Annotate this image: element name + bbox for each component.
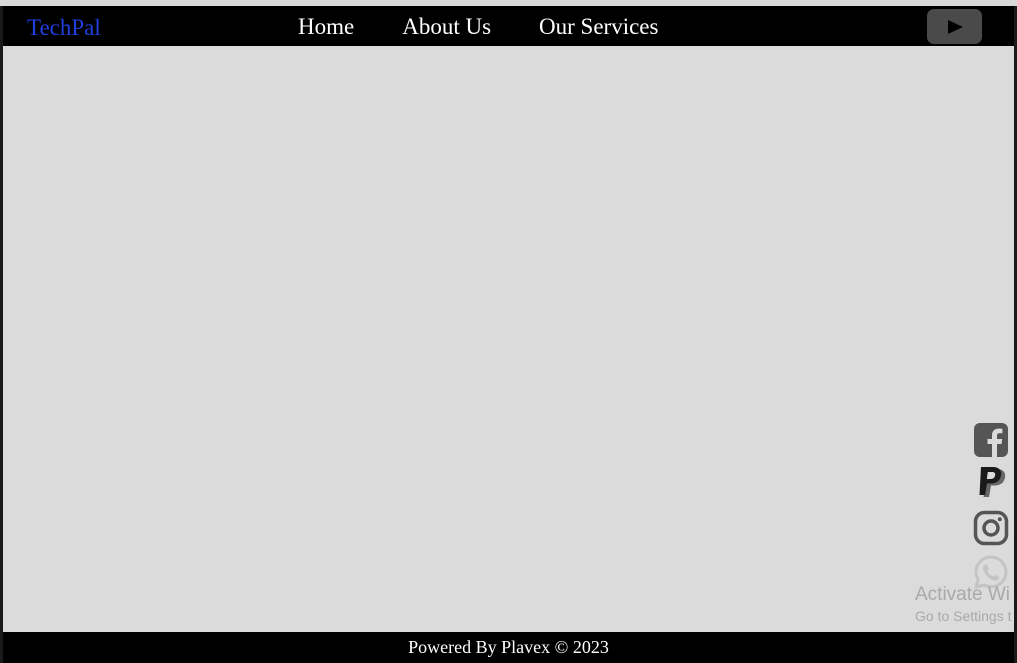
video-play-button[interactable] <box>927 9 982 44</box>
navbar: TechPal Home About Us Our Services <box>3 6 1014 46</box>
nav-links: Home About Us Our Services <box>298 13 706 41</box>
page: TechPal Home About Us Our Services Activ… <box>3 6 1014 663</box>
watermark-title: Activate Wi <box>915 584 1011 605</box>
watermark-subtitle: Go to Settings t <box>915 608 1012 624</box>
nav-link-home[interactable]: Home <box>298 13 354 41</box>
instagram-link[interactable] <box>973 510 1009 546</box>
facebook-icon <box>974 423 1008 457</box>
youtube-play-icon <box>947 19 963 34</box>
activate-windows-watermark: Activate Wi Go to Settings t <box>915 584 1012 626</box>
paypal-icon <box>979 467 1006 497</box>
paypal-link[interactable] <box>973 466 1009 502</box>
instagram-icon <box>973 510 1009 546</box>
nav-link-our-services[interactable]: Our Services <box>539 13 658 41</box>
brand-logo-link[interactable]: TechPal <box>27 14 101 42</box>
footer-text: Powered By Plavex © 2023 <box>408 637 609 657</box>
footer: Powered By Plavex © 2023 <box>3 632 1014 663</box>
nav-link-about-us[interactable]: About Us <box>402 13 491 41</box>
facebook-link[interactable] <box>973 422 1009 458</box>
